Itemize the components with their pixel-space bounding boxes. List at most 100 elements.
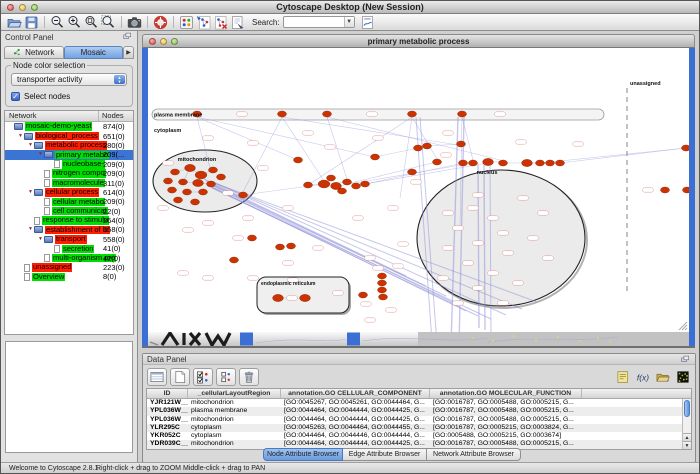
column-header[interactable]: annotation.GO MOLECULAR_FUNCTION — [430, 389, 582, 398]
network-node[interactable] — [276, 244, 285, 250]
table-row[interactable]: YPL036W__1mitochondrion[GO:0044464, GO:0… — [147, 416, 691, 424]
zoom-out-button[interactable] — [49, 14, 66, 30]
resize-grip-icon[interactable] — [679, 322, 687, 330]
network-node[interactable] — [338, 188, 347, 194]
network-node[interactable] — [185, 164, 196, 171]
network-node[interactable] — [522, 159, 533, 166]
expand-triangle-icon[interactable]: ▼ — [27, 141, 34, 150]
network-node[interactable] — [294, 157, 303, 163]
destroy-view-button[interactable] — [212, 14, 229, 30]
network-node[interactable] — [458, 111, 467, 117]
network-node[interactable] — [469, 160, 478, 166]
tab-node-attribute-browser[interactable]: Node Attribute Browser — [263, 448, 343, 461]
network-node[interactable] — [378, 273, 387, 279]
network-node[interactable] — [318, 180, 330, 188]
network-zoom-button[interactable] — [171, 38, 178, 45]
tree-row[interactable]: multi-organism pro42(0) — [5, 253, 133, 262]
tab-edge-attribute-browser[interactable]: Edge Attribute Browser — [343, 448, 427, 461]
network-node[interactable] — [556, 160, 565, 166]
network-node[interactable] — [179, 179, 188, 185]
network-node[interactable] — [378, 280, 387, 286]
network-node[interactable] — [248, 235, 257, 241]
network-node[interactable] — [661, 187, 670, 193]
float-panel-icon[interactable] — [681, 355, 693, 366]
birdseye-view[interactable] — [5, 341, 133, 453]
network-node[interactable] — [239, 192, 248, 198]
network-node[interactable] — [459, 160, 468, 166]
formula-button[interactable]: f(x) — [635, 369, 651, 384]
network-node[interactable] — [199, 189, 208, 195]
network-node[interactable] — [217, 174, 226, 180]
network-node[interactable] — [287, 243, 296, 249]
table-row[interactable]: YLR295Ccytoplasm[GO:0045263, GO:0044464,… — [147, 424, 691, 432]
tree-row[interactable]: unassigned223(0) — [5, 263, 133, 272]
network-window-titlebar[interactable]: primary metabolic process — [142, 34, 695, 48]
network-node[interactable] — [183, 189, 192, 195]
network-node[interactable] — [378, 287, 387, 293]
import-table-button[interactable] — [655, 369, 671, 384]
network-node[interactable] — [323, 111, 332, 117]
network-node[interactable] — [168, 187, 177, 193]
network-node[interactable] — [300, 294, 311, 301]
network-node[interactable] — [174, 197, 183, 203]
network-node[interactable] — [683, 187, 690, 193]
column-header[interactable]: annotation.GO CELLULAR_COMPONENT — [281, 389, 430, 398]
tab-mosaic[interactable]: Mosaic — [64, 46, 124, 59]
tree-column-network[interactable]: Network — [5, 111, 99, 121]
network-node[interactable] — [195, 171, 207, 179]
snapshot-button[interactable] — [126, 14, 143, 30]
search-input[interactable] — [284, 17, 344, 27]
zoom-fit-button[interactable] — [83, 14, 100, 30]
node-color-dropdown[interactable]: transporter activity ▲▼ — [11, 73, 127, 86]
expand-triangle-icon[interactable]: ▼ — [27, 188, 34, 197]
create-view-button[interactable] — [195, 14, 212, 30]
network-node[interactable] — [371, 154, 380, 160]
network-node[interactable] — [536, 160, 545, 166]
help-button[interactable] — [152, 14, 169, 30]
tree-row[interactable]: nucleobase-209(0) — [5, 160, 133, 169]
table-row[interactable]: YKR052Ccytoplasm[GO:0044464, GO:0044446,… — [147, 432, 691, 440]
network-node[interactable] — [499, 160, 508, 166]
tab-network-attribute-browser[interactable]: Network Attribute Browser — [427, 448, 521, 461]
attribute-grid-button[interactable] — [147, 368, 167, 386]
network-node[interactable] — [304, 182, 313, 188]
tree-row[interactable]: ▼transport558(0) — [5, 235, 133, 244]
tree-row[interactable]: secretion41(0) — [5, 244, 133, 253]
network-node[interactable] — [191, 199, 200, 205]
network-node[interactable] — [230, 257, 239, 263]
network-node[interactable] — [408, 169, 417, 175]
notes-button[interactable] — [615, 369, 631, 384]
table-scrollbar[interactable]: ▲ ▼ — [682, 399, 691, 449]
network-node[interactable] — [483, 158, 494, 165]
network-node[interactable] — [379, 294, 388, 300]
network-node[interactable] — [682, 145, 690, 151]
search-dropdown-arrow-icon[interactable]: ▼ — [344, 17, 354, 27]
network-node[interactable] — [359, 292, 368, 298]
table-row[interactable]: YJR121W__1mitochondrion[GO:0045267, GO:0… — [147, 399, 691, 407]
network-node[interactable] — [414, 145, 423, 151]
tree-row[interactable]: ▼establishment of lo558(0) — [5, 225, 133, 234]
expand-triangle-icon[interactable]: ▼ — [37, 235, 44, 244]
expand-triangle-icon[interactable]: ▼ — [27, 225, 34, 234]
network-node[interactable] — [343, 179, 352, 185]
tree-row[interactable]: cellular metabo209(0) — [5, 197, 133, 206]
select-attributes-button[interactable] — [193, 368, 213, 386]
tab-overflow-button[interactable]: ▶ — [123, 46, 134, 59]
filter-button[interactable] — [359, 14, 376, 30]
expand-triangle-icon[interactable]: ▼ — [17, 132, 24, 141]
network-node[interactable] — [546, 160, 555, 166]
open-button[interactable] — [6, 14, 23, 30]
save-button[interactable] — [23, 14, 40, 30]
tree-row[interactable]: response to stimulu264(0) — [5, 216, 133, 225]
network-node[interactable] — [207, 181, 216, 187]
search-combobox[interactable]: ▼ — [283, 16, 355, 28]
annotation-button[interactable] — [229, 14, 246, 30]
network-node[interactable] — [327, 175, 336, 181]
scrollbar-thumb[interactable] — [684, 400, 690, 417]
table-row[interactable]: YPL036W__2plasma membrane[GO:0044464, GO… — [147, 407, 691, 415]
network-minimize-button[interactable] — [160, 38, 167, 45]
expand-triangle-icon[interactable]: ▼ — [37, 150, 44, 159]
network-node[interactable] — [193, 179, 204, 186]
column-header[interactable]: _cellularLayoutRegion — [188, 389, 281, 398]
heatmap-button[interactable] — [675, 369, 691, 384]
